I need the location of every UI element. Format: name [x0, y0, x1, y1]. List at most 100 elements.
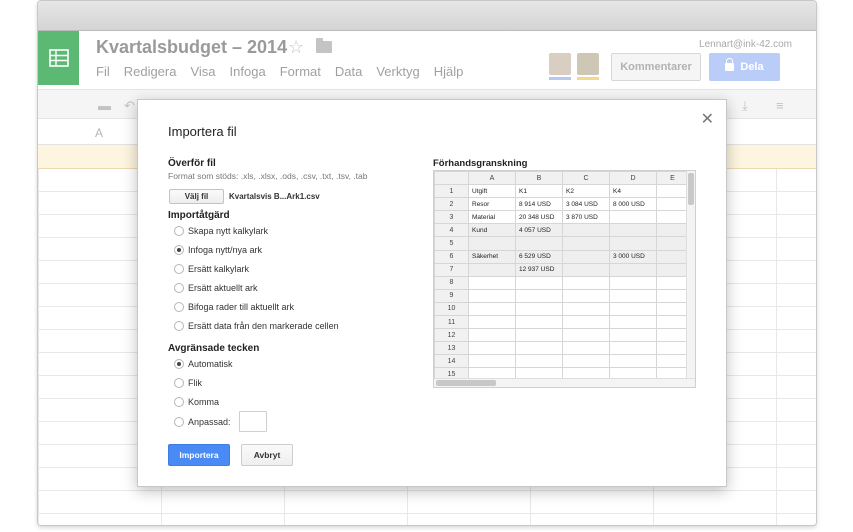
preview-cell	[515, 354, 563, 369]
menu-item-help[interactable]: Hjälp	[434, 64, 464, 79]
star-icon[interactable]: ☆	[288, 37, 304, 58]
radio-separator-tab[interactable]: Flik	[174, 378, 202, 388]
scrollbar-thumb[interactable]	[688, 173, 694, 205]
menu-item-data[interactable]: Data	[335, 64, 362, 79]
import-button[interactable]: Importera	[168, 444, 230, 466]
align-bottom-icon[interactable]: ⤓	[742, 98, 748, 114]
preview-cell	[468, 288, 516, 303]
radio-button[interactable]	[174, 321, 184, 331]
preview-cell	[609, 301, 657, 317]
preview-cell	[468, 236, 516, 251]
menu-item-file[interactable]: Fil	[96, 64, 110, 79]
radio-replace-spreadsheet[interactable]: Ersätt kalkylark	[174, 264, 249, 274]
column-header: E	[656, 171, 689, 186]
radio-create-spreadsheet[interactable]: Skapa nytt kalkylark	[174, 226, 268, 236]
row-number: 1	[434, 184, 469, 199]
preview-cell	[656, 288, 689, 303]
row-number: 5	[434, 236, 469, 251]
preview-cell	[609, 328, 657, 343]
custom-separator-input[interactable]	[238, 411, 267, 432]
avatar[interactable]	[577, 53, 599, 75]
preview-cell	[515, 328, 563, 343]
row-number: 10	[434, 301, 469, 317]
radio-separator-auto[interactable]: Automatisk	[174, 359, 233, 369]
preview-cell	[562, 223, 610, 238]
menu-item-tools[interactable]: Verktyg	[376, 64, 419, 79]
column-header: B	[515, 171, 563, 186]
preview-vertical-scrollbar[interactable]	[686, 171, 695, 387]
preview-cell	[656, 354, 689, 369]
preview-cell	[656, 236, 689, 251]
radio-button-selected[interactable]	[174, 245, 184, 255]
print-icon[interactable]: ▬	[98, 98, 111, 113]
radio-button[interactable]	[174, 226, 184, 236]
row-number: 8	[434, 275, 469, 290]
import-action-title: Importåtgärd	[168, 210, 230, 221]
preview-cell: 3 084 USD	[562, 197, 610, 212]
radio-append-rows[interactable]: Bifoga rader till aktuellt ark	[174, 302, 294, 312]
user-email[interactable]: Lennart@ink-42.com	[699, 39, 792, 50]
radio-label: Automatisk	[188, 359, 233, 369]
comments-button[interactable]: Kommentarer	[611, 53, 701, 81]
radio-button[interactable]	[174, 302, 184, 312]
radio-button[interactable]	[174, 397, 184, 407]
preview-cell	[468, 275, 516, 290]
preview-cell	[562, 315, 610, 330]
avatar[interactable]	[549, 53, 571, 75]
radio-replace-current-sheet[interactable]: Ersätt aktuellt ark	[174, 283, 258, 293]
preview-cell	[562, 288, 610, 303]
preview-cell	[656, 341, 689, 356]
preview-cell: K4	[609, 184, 657, 199]
choose-file-button[interactable]: Välj fil	[169, 189, 224, 204]
share-label: Dela	[740, 61, 764, 73]
radio-button[interactable]	[174, 264, 184, 274]
preview-cell	[562, 262, 610, 277]
preview-cell: 20 348 USD	[515, 210, 563, 225]
menu-item-format[interactable]: Format	[280, 64, 321, 79]
scrollbar-thumb[interactable]	[436, 380, 496, 386]
radio-button[interactable]	[174, 416, 184, 427]
menu-item-view[interactable]: Visa	[190, 64, 215, 79]
preview-cell	[562, 341, 610, 356]
cancel-button[interactable]: Avbryt	[241, 444, 293, 466]
app-header: Kvartalsbudget – 2014 ☆ Fil Redigera Vis…	[38, 31, 816, 89]
row-number: 6	[434, 249, 469, 264]
radio-label: Ersätt kalkylark	[188, 264, 250, 274]
preview-table: A B C D E 1 Utgift K1 K2 K4 2 Resor 8 914 USD 3 …	[434, 171, 689, 382]
preview-cell	[656, 249, 689, 264]
share-button[interactable]: Dela	[709, 53, 780, 81]
wrap-text-icon[interactable]: ≡	[776, 98, 784, 113]
row-number: 3	[434, 210, 469, 225]
preview-cell	[515, 288, 563, 303]
row-number: 11	[434, 315, 469, 330]
radio-separator-comma[interactable]: Komma	[174, 397, 219, 407]
folder-icon[interactable]	[316, 38, 332, 53]
column-header-a[interactable]: A	[95, 126, 103, 140]
preview-cell	[468, 341, 516, 356]
preview-row: 11	[434, 315, 689, 330]
sheets-logo-icon[interactable]	[38, 31, 79, 85]
radio-insert-new-sheets[interactable]: Infoga nytt/nya ark	[174, 245, 262, 255]
radio-separator-custom[interactable]: Anpassad:	[174, 411, 267, 432]
lock-icon	[725, 58, 735, 71]
radio-label: Ersätt data från den markerade cellen	[188, 321, 339, 331]
radio-button-selected[interactable]	[174, 359, 184, 369]
row-number: 14	[434, 354, 469, 369]
radio-label: Skapa nytt kalkylark	[188, 226, 269, 236]
preview-row: 12	[434, 328, 689, 343]
preview-row: 14	[434, 354, 689, 369]
close-icon[interactable]: ✕	[701, 109, 714, 129]
preview-cell	[656, 262, 689, 277]
preview-cell	[515, 341, 563, 356]
preview-row: 8	[434, 275, 689, 290]
preview-row: 6 Säkerhet 6 529 USD 3 000 USD	[434, 249, 689, 264]
menu-bar: Fil Redigera Visa Infoga Format Data Ver…	[96, 64, 477, 79]
radio-replace-from-selected-cell[interactable]: Ersätt data från den markerade cellen	[174, 321, 339, 331]
preview-horizontal-scrollbar[interactable]	[434, 378, 695, 387]
radio-button[interactable]	[174, 283, 184, 293]
menu-item-edit[interactable]: Redigera	[124, 64, 177, 79]
menu-item-insert[interactable]: Infoga	[230, 64, 266, 79]
document-title[interactable]: Kvartalsbudget – 2014	[96, 37, 287, 58]
undo-icon[interactable]: ↶	[124, 98, 135, 114]
radio-button[interactable]	[174, 378, 184, 388]
